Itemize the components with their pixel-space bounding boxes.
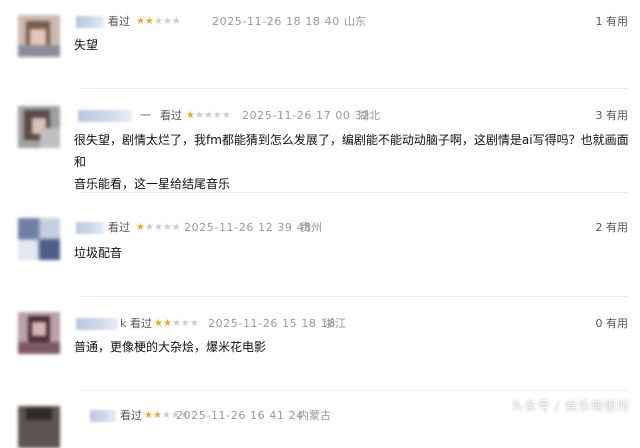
avatar[interactable] bbox=[18, 406, 60, 448]
username[interactable] bbox=[76, 222, 104, 234]
comment-text: 很失望，剧情太烂了，我fm都能猜到怎么发展了，编剧能不能动动脑子啊，这剧情是ai… bbox=[74, 129, 634, 195]
avatar[interactable] bbox=[18, 218, 60, 260]
comment-region: 湖北 bbox=[358, 109, 380, 122]
comment-region: 浙江 bbox=[324, 317, 346, 330]
comment-time: 2025-11-26 18 18 40 bbox=[212, 15, 340, 28]
watched-label: 看过 bbox=[160, 109, 182, 122]
divider bbox=[80, 296, 628, 297]
star-icon: ★ bbox=[144, 222, 154, 233]
watched-label: 看过 bbox=[108, 221, 130, 234]
star-icon: ★ bbox=[171, 222, 181, 233]
star-icon: ★ bbox=[144, 410, 153, 421]
star-rating: ★★★★★ bbox=[136, 220, 181, 236]
comment-text-line: 普通，更像梗的大杂烩，爆米花电影 bbox=[74, 340, 267, 354]
star-icon: ★ bbox=[144, 16, 154, 27]
username[interactable] bbox=[76, 318, 118, 330]
star-icon: ★ bbox=[221, 110, 231, 121]
comment-time: 2025-11-26 17 00 32 bbox=[242, 109, 370, 122]
comment-text-line: 很失望，剧情太烂了，我fm都能猜到怎么发展了，编剧能不能动动脑子啊，这剧情是ai… bbox=[74, 133, 629, 169]
watched-label: 看过 bbox=[108, 15, 130, 28]
star-icon: ★ bbox=[171, 16, 181, 27]
comment-text: 普通，更像梗的大杂烩，爆米花电影 bbox=[74, 336, 634, 358]
star-icon: ★ bbox=[161, 410, 171, 421]
comment-text: 垃圾配音 bbox=[74, 242, 634, 264]
avatar[interactable] bbox=[18, 15, 60, 57]
watermark: 头条号 / 娱乐情报所 bbox=[511, 399, 630, 413]
divider bbox=[80, 88, 628, 89]
star-icon: ★ bbox=[136, 222, 145, 233]
username[interactable] bbox=[76, 16, 104, 28]
star-icon: ★ bbox=[189, 318, 199, 329]
useful-vote-button[interactable]: 2 有用 bbox=[596, 220, 629, 236]
star-rating: ★★★★★ bbox=[136, 14, 181, 30]
comment-time: 2025-11-26 12 39 48 bbox=[184, 221, 312, 234]
comment-time: 2025-11-26 16 41 24 bbox=[176, 409, 304, 422]
star-icon: ★ bbox=[212, 110, 222, 121]
watched-label: 看过 bbox=[120, 409, 142, 422]
avatar[interactable] bbox=[18, 106, 60, 148]
comment-text-line: 垃圾配音 bbox=[74, 246, 123, 260]
comment-region: 贵州 bbox=[300, 221, 322, 234]
comment-text: 失望 bbox=[74, 34, 634, 56]
comment-region: 内蒙古 bbox=[298, 409, 331, 422]
avatar[interactable] bbox=[18, 312, 60, 354]
useful-vote-button[interactable]: 0 有用 bbox=[596, 316, 629, 332]
watched-label: 看过 bbox=[130, 317, 152, 330]
username-tail: k bbox=[120, 317, 127, 330]
star-rating: ★★★★★ bbox=[154, 316, 199, 332]
divider bbox=[80, 192, 628, 193]
star-icon: ★ bbox=[194, 110, 204, 121]
star-icon: ★ bbox=[162, 318, 172, 329]
comment-region: 山东 bbox=[344, 15, 366, 28]
star-icon: ★ bbox=[153, 16, 163, 27]
star-icon: ★ bbox=[162, 16, 172, 27]
useful-vote-button[interactable]: 1 有用 bbox=[596, 14, 629, 30]
star-icon: ★ bbox=[154, 318, 163, 329]
star-icon: ★ bbox=[203, 110, 213, 121]
star-icon: ★ bbox=[136, 16, 145, 27]
star-icon: ★ bbox=[186, 110, 195, 121]
star-icon: ★ bbox=[171, 318, 181, 329]
useful-vote-button[interactable]: 3 有用 bbox=[596, 108, 629, 124]
star-icon: ★ bbox=[162, 222, 172, 233]
username[interactable] bbox=[90, 410, 116, 422]
star-rating: ★★★★★ bbox=[186, 108, 231, 124]
star-icon: ★ bbox=[153, 222, 163, 233]
divider bbox=[80, 390, 628, 391]
comment-time: 2025-11-26 15 18 18 bbox=[208, 317, 336, 330]
comment-text-line: 失望 bbox=[74, 38, 99, 52]
username[interactable] bbox=[78, 110, 132, 122]
star-icon: ★ bbox=[180, 318, 190, 329]
star-icon: ★ bbox=[152, 410, 162, 421]
username-tail: 一 bbox=[140, 109, 151, 122]
